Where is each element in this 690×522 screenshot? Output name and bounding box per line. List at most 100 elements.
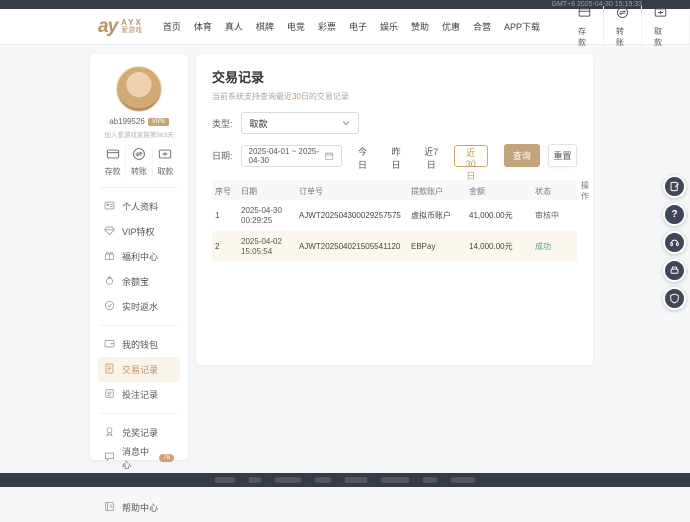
cell-amount: 14,000.00元 [466, 238, 532, 255]
range-today-button[interactable]: 今日 [350, 145, 376, 167]
table-row[interactable]: 2 2025-04-02 15:05:54 AJWT20250402150554… [212, 231, 577, 262]
subtitle-prefix: 当前系统支持查询最近 [212, 92, 292, 101]
range-7days-button[interactable]: 近7日 [417, 145, 446, 167]
help-button[interactable]: ? [663, 203, 686, 226]
nav-item-promo[interactable]: 优惠 [442, 20, 460, 33]
sidebar-item-label: 福利中心 [122, 250, 158, 263]
rebate-icon [104, 300, 115, 313]
nav-item-esports[interactable]: 电竞 [287, 20, 305, 33]
divider [100, 187, 178, 188]
nav-item-app-download[interactable]: APP下载 [504, 20, 540, 33]
sidebar-item-label: VIP特权 [122, 225, 155, 238]
main-panel: 交易记录 当前系统支持查询最近30日的交易记录 类型: 取款 日期: 2025-… [196, 54, 593, 365]
sidebar-item-label: 个人资料 [122, 200, 158, 213]
wallet-icon [104, 338, 115, 351]
security-button[interactable] [663, 287, 686, 310]
nav-item-entertainment[interactable]: 娱乐 [380, 20, 398, 33]
transfer-button[interactable]: 转账 [603, 6, 641, 48]
nav-item-sports[interactable]: 体育 [194, 20, 212, 33]
id-card-icon [104, 200, 115, 213]
feedback-doc-button[interactable] [663, 175, 686, 198]
table-header: 序号 日期 订单号 提款账户 金额 状态 操作 [212, 180, 577, 200]
page-subtitle: 当前系统支持查询最近30日的交易记录 [212, 91, 577, 102]
logo-title: AYX [121, 19, 143, 27]
sidebar-menu-group-1: 个人资料 VIP特权 福利中心 余额宝 实时返水 [90, 192, 188, 321]
col-status: 状态 [532, 186, 578, 197]
type-filter-row: 类型: 取款 [212, 112, 577, 134]
date-range-input[interactable]: 2025-04-01 ~ 2025-04-30 [241, 145, 342, 167]
transfer-icon [616, 6, 629, 24]
sidebar-item-wallet[interactable]: 我的钱包 [98, 332, 180, 357]
cell-amount: 41,000.00元 [466, 207, 532, 224]
sidebar-item-vip[interactable]: VIP特权 [98, 219, 180, 244]
nav-item-lottery[interactable]: 彩票 [318, 20, 336, 33]
transaction-icon [104, 363, 115, 376]
logo-subtitle: 爱游戏 [121, 27, 143, 35]
sidebar-item-messages[interactable]: 消息中心 78 [98, 445, 180, 470]
type-select-value: 取款 [250, 117, 268, 130]
sidebar-item-label: 交易记录 [122, 363, 158, 376]
cell-index: 1 [212, 208, 238, 223]
sidebar-item-help[interactable]: 帮助中心 [98, 495, 180, 520]
col-action: 操作 [578, 180, 592, 202]
sidebar-item-bets[interactable]: 投注记录 [98, 382, 180, 407]
sidebar-item-yuebao[interactable]: 余额宝 [98, 269, 180, 294]
withdraw-card-icon [158, 147, 172, 163]
reset-button[interactable]: 重置 [548, 144, 577, 167]
partner-logo [423, 477, 437, 483]
footer-strip [0, 473, 690, 487]
col-amount: 金额 [466, 186, 532, 197]
cell-index: 2 [212, 239, 238, 254]
type-select[interactable]: 取款 [241, 112, 359, 134]
transfer-label: 转账 [616, 26, 629, 48]
sidebar-transfer-button[interactable]: 转账 [125, 147, 151, 177]
sidebar-username: ab199526 [109, 117, 145, 126]
sidebar-deposit-label: 存款 [105, 166, 121, 177]
nav-menu: 首页 体育 真人 棋牌 电竞 彩票 电子 娱乐 赞助 优惠 合营 APP下载 [163, 20, 540, 33]
deposit-card-icon [106, 147, 120, 163]
nav-item-partner[interactable]: 合营 [473, 20, 491, 33]
nav-item-home[interactable]: 首页 [163, 20, 181, 33]
sidebar-quick-actions: 存款 转账 取款 [90, 139, 188, 183]
sidebar-item-label: 帮助中心 [122, 501, 158, 514]
subtitle-days: 30 [292, 92, 301, 101]
status-badge: 审核中 [532, 207, 578, 224]
deposit-button[interactable]: 存款 [566, 6, 603, 48]
sidebar: ab199526 VIP8 加入爱游戏家族第563天 存款 转账 取款 个人资料 [90, 54, 188, 460]
sidebar-item-label: 我的钱包 [122, 338, 158, 351]
sidebar-item-profile[interactable]: 个人资料 [98, 194, 180, 219]
partner-logo [249, 477, 261, 483]
cell-action [578, 244, 584, 250]
sidebar-menu-group-2: 我的钱包 交易记录 投注记录 [90, 330, 188, 409]
range-yesterday-button[interactable]: 昨日 [383, 145, 409, 167]
transactions-table: 序号 日期 订单号 提款账户 金额 状态 操作 1 2025-04-30 00:… [212, 180, 577, 262]
customer-service-button[interactable] [663, 231, 686, 254]
col-date: 日期 [238, 186, 296, 197]
nav-item-sponsor[interactable]: 赞助 [411, 20, 429, 33]
withdraw-button[interactable]: 取款 [641, 6, 679, 48]
range-30days-button[interactable]: 近30日 [454, 145, 488, 167]
search-button[interactable]: 查询 [504, 144, 540, 167]
withdraw-label: 取款 [654, 26, 667, 48]
gift-icon [104, 250, 115, 263]
partner-logo [345, 477, 367, 483]
nav-item-cards[interactable]: 棋牌 [256, 20, 274, 33]
sidebar-item-welfare[interactable]: 福利中心 [98, 244, 180, 269]
table-row[interactable]: 1 2025-04-30 00:29:25 AJWT20250430002925… [212, 200, 577, 231]
nav-item-slots[interactable]: 电子 [349, 20, 367, 33]
sidebar-item-transactions[interactable]: 交易记录 [98, 357, 180, 382]
app-download-button[interactable] [663, 259, 686, 282]
partner-logo [215, 477, 235, 483]
date-filter-row: 日期: 2025-04-01 ~ 2025-04-30 今日 昨日 近7日 近3… [212, 144, 577, 167]
sidebar-item-rebate[interactable]: 实时返水 [98, 294, 180, 319]
calendar-icon [325, 151, 333, 161]
nav-item-live[interactable]: 真人 [225, 20, 243, 33]
sidebar-item-prizes[interactable]: 兑奖记录 [98, 420, 180, 445]
type-label: 类型: [212, 117, 233, 130]
chevron-down-icon [342, 119, 350, 127]
sidebar-withdraw-button[interactable]: 取款 [152, 147, 178, 177]
sidebar-avatar[interactable] [116, 66, 162, 112]
unread-count-badge: 78 [159, 454, 174, 462]
sidebar-deposit-button[interactable]: 存款 [100, 147, 125, 177]
brand-logo[interactable]: ay AYX 爱游戏 [98, 16, 143, 38]
